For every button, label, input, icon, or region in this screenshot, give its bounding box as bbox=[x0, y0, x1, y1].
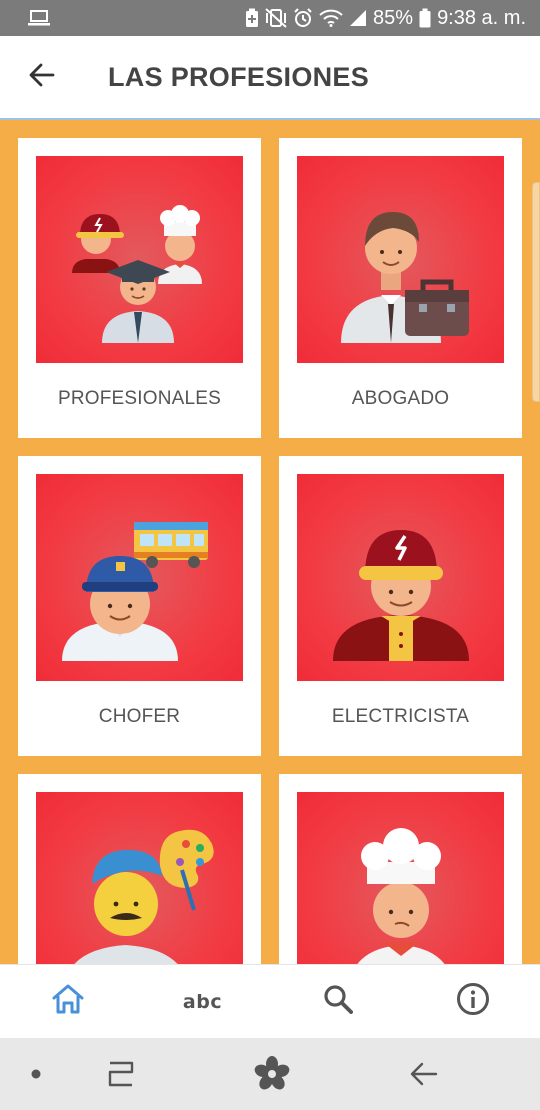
profession-grid[interactable]: PROFESIONALES ABOGADO CHOFER ELECTRICIST… bbox=[0, 120, 540, 964]
chef-icon bbox=[297, 792, 504, 964]
dot-icon[interactable] bbox=[30, 1068, 42, 1080]
nav-abc[interactable]: abc bbox=[135, 965, 270, 1038]
bottom-navigation: abc bbox=[0, 964, 540, 1038]
alphabet-icon: abc bbox=[182, 990, 223, 1013]
card-chef[interactable] bbox=[279, 774, 522, 964]
page-title: LAS PROFESIONES bbox=[108, 61, 370, 92]
wifi-icon bbox=[319, 9, 343, 27]
battery-icon bbox=[419, 8, 431, 28]
card-label: PROFESIONALES bbox=[57, 388, 222, 409]
card-profesionales[interactable]: PROFESIONALES bbox=[18, 138, 261, 438]
driver-icon bbox=[36, 474, 243, 681]
system-navigation-bar bbox=[0, 1038, 540, 1110]
clock: 9:38 a. m. bbox=[437, 6, 526, 29]
card-label: ABOGADO bbox=[351, 388, 450, 409]
alarm-icon bbox=[293, 8, 313, 28]
info-icon bbox=[456, 982, 490, 1021]
battery-percent: 85% bbox=[373, 6, 414, 29]
electrician-icon bbox=[297, 474, 504, 681]
status-bar: 85% 9:38 a. m. bbox=[0, 0, 540, 36]
back-button[interactable] bbox=[0, 35, 84, 119]
search-icon bbox=[323, 984, 353, 1019]
recents-icon[interactable] bbox=[106, 1060, 136, 1088]
arrow-left-icon bbox=[29, 63, 55, 92]
signal-icon bbox=[349, 9, 367, 27]
battery-saver-icon bbox=[245, 8, 259, 28]
scroll-handle[interactable] bbox=[532, 182, 540, 402]
home-icon bbox=[51, 983, 85, 1020]
laptop-icon bbox=[28, 10, 50, 26]
card-label: CHOFER bbox=[98, 706, 181, 727]
card-abogado[interactable]: ABOGADO bbox=[279, 138, 522, 438]
professionals-group-icon bbox=[36, 156, 243, 363]
home-flower-icon[interactable] bbox=[254, 1056, 290, 1092]
vibrate-mute-icon bbox=[265, 8, 287, 28]
card-chofer[interactable]: CHOFER bbox=[18, 456, 261, 756]
nav-search[interactable] bbox=[270, 965, 405, 1038]
app-bar: LAS PROFESIONES bbox=[0, 36, 540, 120]
system-back-icon[interactable] bbox=[408, 1060, 440, 1088]
lawyer-icon bbox=[297, 156, 504, 363]
painter-icon bbox=[36, 792, 243, 964]
nav-info[interactable] bbox=[405, 965, 540, 1038]
card-label: ELECTRICISTA bbox=[331, 706, 470, 727]
nav-home[interactable] bbox=[0, 965, 135, 1038]
card-painter[interactable] bbox=[18, 774, 261, 964]
card-electricista[interactable]: ELECTRICISTA bbox=[279, 456, 522, 756]
